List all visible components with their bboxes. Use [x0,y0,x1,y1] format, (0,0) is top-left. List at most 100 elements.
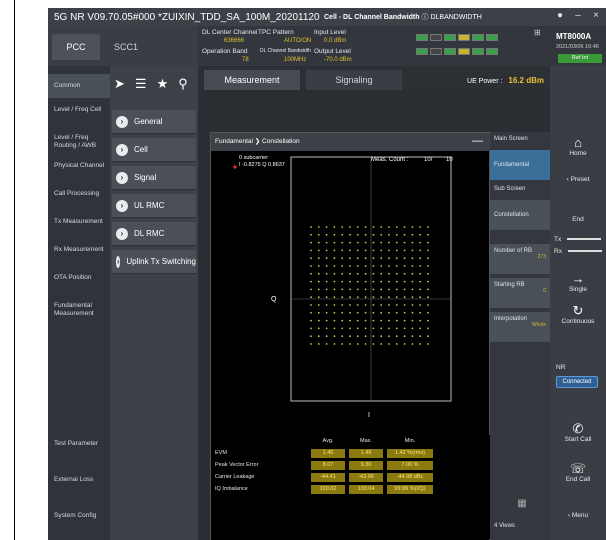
nav-item-test-parameter[interactable]: Test Parameter [48,440,110,448]
dl-channel-bw-value[interactable]: 100MHz [284,57,306,63]
constellation-point [349,226,351,228]
nav-item-fundamental-measurement[interactable]: Fundamental Measurement [48,302,110,318]
constellation-point [380,343,383,345]
number-of-rb-setting[interactable]: Number of RB 273 [490,244,550,274]
constellation-point [403,319,406,322]
func-dl-rmc-button[interactable]: › DL RMC [112,222,196,246]
meas-count-total: 10 [446,157,453,163]
meas-count-value: 10/ [424,157,433,163]
tab-scc1[interactable]: SCC1 [102,34,150,60]
status-led-icon [458,34,470,41]
tpc-pattern-value[interactable]: AUTO/ON [284,38,311,44]
main-screen-fundamental[interactable]: Fundamental [490,150,550,180]
func-cell-label: Cell [134,145,148,154]
views-button[interactable]: ▦ 4 Views [490,498,550,538]
nav-item-call-processing[interactable]: Call Processing [48,190,110,198]
single-button[interactable]: → Single [550,272,606,294]
menu-button[interactable]: ‹ Menu [550,512,606,519]
nav-item-external-loss[interactable]: External Loss [48,476,110,484]
star-icon[interactable]: ★ [157,76,169,92]
nav-item-system-config[interactable]: System Config [48,512,110,520]
constellation-point [364,272,367,275]
row-min: 99.99 %(I/Q) [387,485,433,494]
starting-rb-setting[interactable]: Starting RB 0 [490,278,550,308]
row-max: 100.04 [349,485,383,494]
constellation-point [317,288,320,291]
func-ul-rmc-button[interactable]: › UL RMC [112,194,196,218]
constellation-point [310,335,312,338]
start-call-button[interactable]: ✆ Start Call [550,422,606,444]
constellation-point [372,319,375,322]
tab-pcc[interactable]: PCC [52,34,100,60]
table-row: Carrier Leakage -44.41 -43.96 -44.98 dBc [215,473,487,483]
nav-item-physical-channel[interactable]: Physical Channel [48,162,110,170]
breadcrumb-parent[interactable]: Fundamental [215,138,253,145]
constellation-point [411,335,414,338]
constellation-point [403,343,406,345]
rx-label: Rx [554,248,562,255]
end-call-button[interactable]: ☏ End Call [550,462,606,484]
input-level-value[interactable]: 0.0 dBm [324,38,346,44]
constellation-point [317,272,320,275]
constellation-point [403,304,406,306]
constellation-point [419,233,422,236]
home-icon: ⌂ [574,135,582,150]
constellation-point [395,296,398,299]
continuous-button[interactable]: ↻ Continuous [550,304,606,326]
constellation-point [380,257,383,260]
end-call-label: End Call [565,476,591,483]
nav-item-level-freq-routing[interactable]: Level / Freq Routing / AWB [48,134,110,150]
constellation-point [341,327,344,330]
operation-band-value[interactable]: 78 [242,57,249,63]
dl-center-channel-value[interactable]: 636666 [224,38,244,44]
preset-button[interactable]: ‹ Preset [550,176,606,183]
constellation-point [325,288,328,291]
nav-item-tx-measurement[interactable]: Tx Measurement [48,218,110,226]
constellation-point [411,265,414,267]
tab-signaling[interactable]: Signaling [306,70,402,90]
nav-item-ota-position[interactable]: OTA Position [48,274,110,282]
constellation-point [388,288,390,291]
play-icon[interactable]: ➤ [114,76,125,92]
tab-measurement[interactable]: Measurement [204,70,300,90]
nav-item-common[interactable]: Common [48,74,110,98]
nav-item-rx-measurement[interactable]: Rx Measurement [48,246,110,254]
constellation-point [411,241,414,244]
sub-screen-label: Sub Screen [494,186,526,192]
constellation-point [341,311,344,314]
search-icon[interactable]: ⚲ [178,76,188,92]
constellation-point [310,311,312,314]
row-avg: 1.45 [311,449,345,458]
func-uplink-tx-switching-button[interactable]: › Uplink Tx Switching [112,250,196,274]
output-level-value[interactable]: -70.0 dBm [324,57,352,63]
constellation-point [403,257,406,260]
sub-screen-constellation[interactable]: Constellation [490,200,550,230]
nav-item-level-freq-cell[interactable]: Level / Freq Cell [48,106,110,114]
collapse-button[interactable]: — [472,135,483,147]
constellation-point [388,335,390,338]
status-led-icon [472,34,484,41]
constellation-point [395,304,398,306]
constellation-point [372,233,375,236]
func-cell-button[interactable]: › Cell [112,138,196,162]
constellation-point [419,327,422,330]
constellation-point [372,226,375,228]
constellation-point [349,257,351,260]
constellation-point [364,296,367,299]
home-button[interactable]: ⌂ Home [550,135,606,158]
constellation-point [380,311,383,314]
interpolation-setting[interactable]: Interpolation Whole [490,312,550,342]
table-row: EVM 1.45 1.49 1.42 %(rms) [215,449,487,459]
sequence-icon[interactable]: ☰ [135,76,147,92]
expand-icon[interactable]: ⊞ [534,28,541,37]
func-signal-button[interactable]: › Signal [112,166,196,190]
end-button[interactable]: End [550,216,606,223]
func-general-button[interactable]: › General [112,110,196,134]
constellation-point [356,241,359,244]
tx-level-bar [567,238,602,241]
close-button[interactable]: × [590,10,602,21]
constellation-point [317,280,320,283]
constellation-point [356,265,359,267]
constellation-point [349,241,351,244]
minimize-button[interactable]: – [572,10,584,21]
